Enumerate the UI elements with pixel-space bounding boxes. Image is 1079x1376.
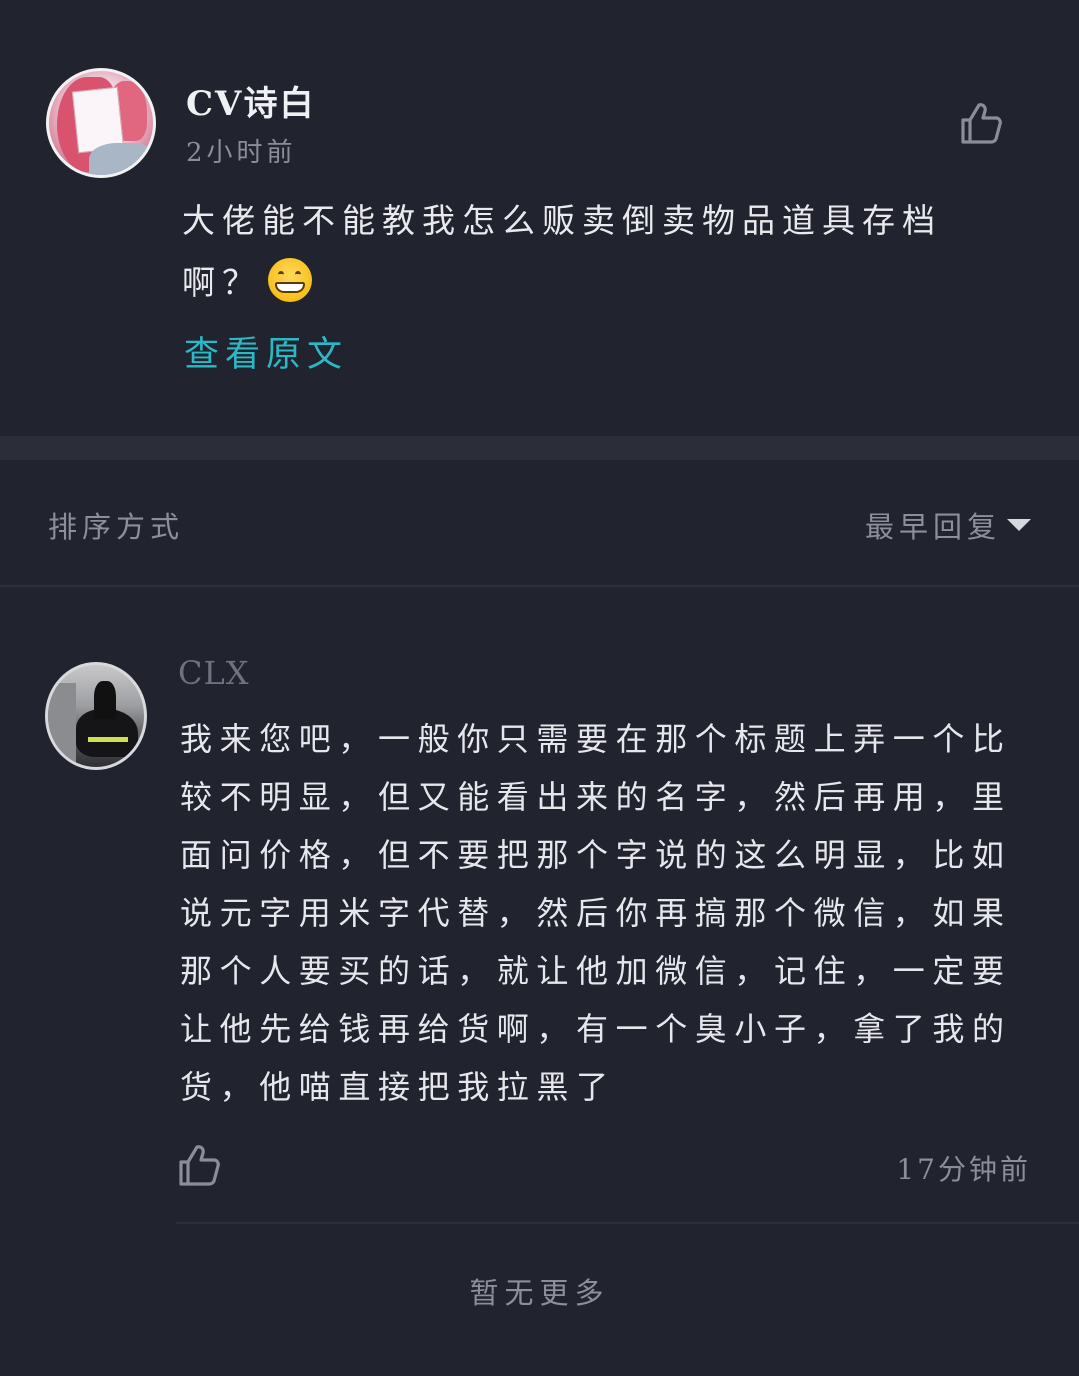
post-header: CV诗白 2小时前 大佬能不能教我怎么贩卖倒卖物品道具存档啊？ 查看原文 [0, 0, 1079, 436]
reply-like-button[interactable] [176, 1142, 222, 1188]
reply-time: 17分钟前 [896, 1153, 1031, 1186]
reply-divider [176, 1222, 1079, 1224]
grinning-face-emoji-icon [268, 258, 312, 302]
sort-order-dropdown[interactable]: 最早回复 [865, 504, 1031, 546]
sort-label: 排序方式 [48, 510, 185, 544]
post-content: 大佬能不能教我怎么贩卖倒卖物品道具存档啊？ [182, 190, 1002, 314]
author-name[interactable]: CV诗白 [186, 76, 315, 125]
view-original-link[interactable]: 查看原文 [184, 326, 348, 377]
caret-down-icon [1007, 519, 1031, 531]
no-more-indicator: 暂无更多 [469, 1276, 610, 1310]
sort-bar: 排序方式 最早回复 [0, 460, 1079, 586]
reply-author-name[interactable]: CLX [178, 654, 250, 692]
thumbs-up-icon [961, 103, 1002, 144]
reply-content: 我来您吧，一般你只需要在那个标题上弄一个比较不明显，但又能看出来的名字，然后再用… [180, 720, 1012, 1106]
post-time: 2小时前 [186, 138, 297, 168]
section-separator [0, 436, 1079, 460]
thumbs-up-icon [179, 1145, 220, 1186]
reply-author-avatar[interactable] [45, 662, 147, 770]
sort-selected-value: 最早回复 [864, 510, 1001, 544]
sort-divider [0, 585, 1079, 587]
like-button[interactable] [958, 100, 1004, 146]
author-avatar[interactable] [46, 68, 156, 178]
